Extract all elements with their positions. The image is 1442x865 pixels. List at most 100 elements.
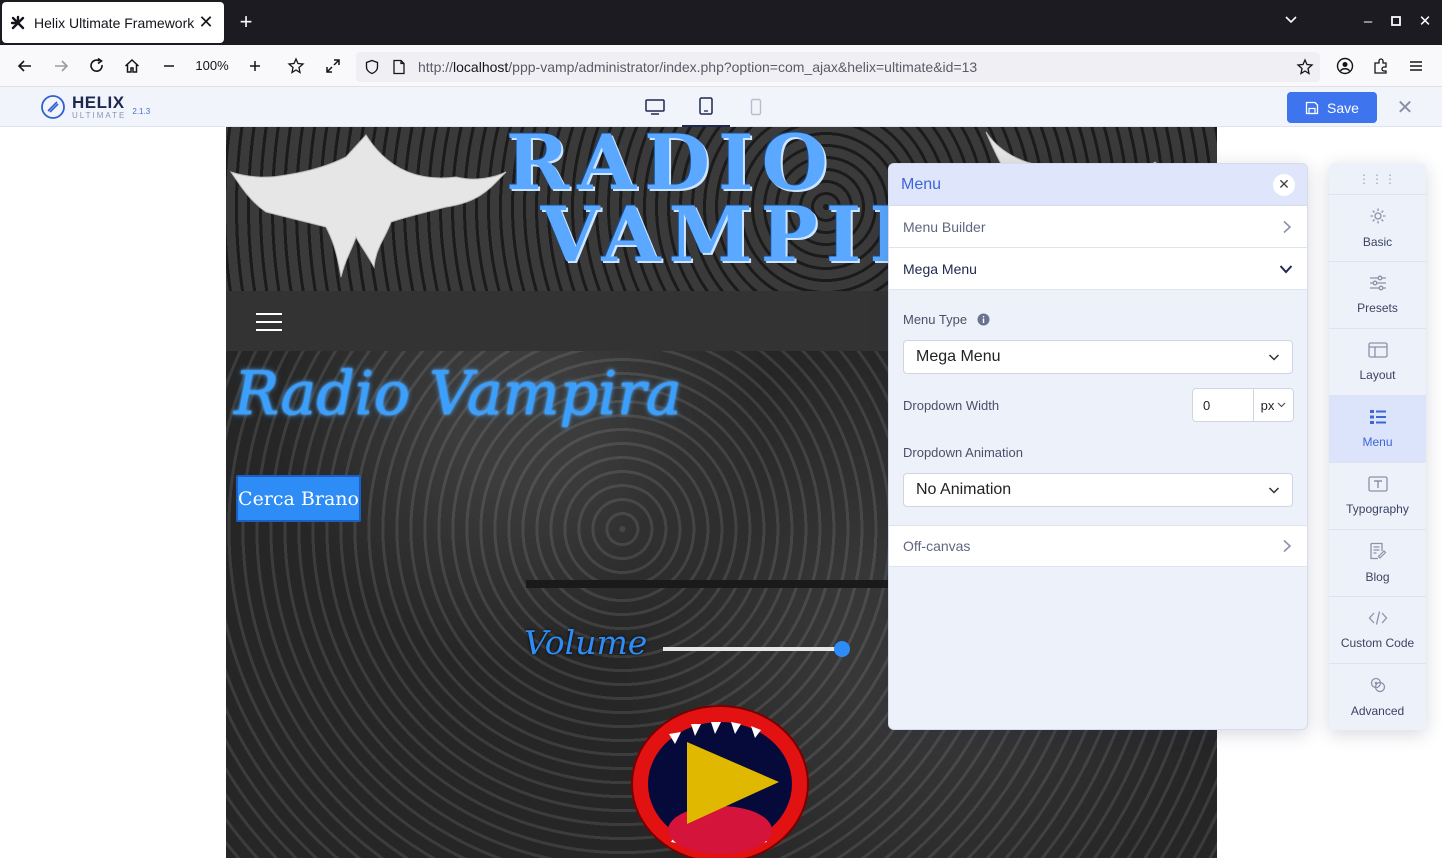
menu-list-icon (1369, 410, 1386, 424)
layout-icon (1367, 342, 1388, 358)
chevron-right-icon (1283, 539, 1292, 553)
menu-options-panel: Menu ✕ Menu Builder Mega Menu Menu Type … (888, 163, 1308, 730)
gear-icon (1370, 208, 1385, 224)
helix-toolbar: HELIX ULTIMATE 2.1.3 Save ✕ (0, 87, 1442, 127)
sidebar-item-blog[interactable]: Blog (1329, 530, 1426, 597)
panel-header: Menu ✕ (889, 164, 1307, 206)
new-tab-icon[interactable]: + (234, 10, 258, 34)
tablet-view-button[interactable] (682, 87, 730, 127)
dropdown-width-input[interactable]: 0 (1193, 389, 1254, 421)
select-chevron-icon (1268, 354, 1280, 361)
address-bar[interactable]: http://localhost/ppp-vamp/administrator/… (356, 52, 1320, 82)
menu-builder-label: Menu Builder (903, 218, 986, 235)
panel-close-icon[interactable]: ✕ (1273, 173, 1295, 196)
mobile-view-button[interactable] (732, 87, 780, 127)
dropdown-width-unit-select[interactable]: px (1254, 389, 1293, 421)
sidebar-item-label: Blog (1365, 570, 1390, 584)
menu-type-label-group: Menu Type (903, 312, 990, 327)
helix-options-sidebar: ⋮⋮⋮ Basic Presets Layout Menu Typography… (1329, 163, 1426, 730)
bookmark-star-icon[interactable] (1296, 58, 1314, 81)
helix-version: 2.1.3 (132, 106, 151, 116)
save-button[interactable]: Save (1287, 92, 1377, 123)
dropdown-animation-value: No Animation (916, 481, 1012, 498)
minimize-window-icon[interactable]: – (1358, 12, 1378, 32)
sidebar-item-advanced[interactable]: Advanced (1329, 664, 1426, 730)
banner-logo-lettering: RADIO VAMPIR (506, 127, 941, 279)
chevron-right-icon (1283, 220, 1292, 233)
tablet-icon (699, 97, 713, 115)
url-text[interactable]: http://localhost/ppp-vamp/administrator/… (418, 59, 977, 75)
app-menu-icon[interactable] (1405, 55, 1427, 77)
browser-tab[interactable]: Helix Ultimate Framework ✕ (2, 2, 224, 43)
mega-menu-row[interactable]: Mega Menu (889, 248, 1307, 290)
zoom-in-icon[interactable] (244, 55, 266, 77)
play-mouth-button[interactable] (631, 702, 809, 858)
sidebar-item-label: Typography (1346, 502, 1409, 516)
sidebar-item-label: Layout (1359, 368, 1396, 382)
menu-builder-row[interactable]: Menu Builder (889, 206, 1307, 248)
close-window-icon[interactable]: ✕ (1415, 12, 1435, 32)
maximize-window-icon[interactable] (1386, 12, 1406, 32)
helix-logo: HELIX ULTIMATE 2.1.3 (40, 94, 150, 120)
desktop-icon (645, 99, 665, 115)
select-chevron-icon (1268, 487, 1280, 494)
sidebar-item-label: Presets (1357, 301, 1398, 315)
hamburger-menu-icon[interactable] (256, 313, 282, 331)
save-disk-icon (1305, 101, 1319, 114)
menu-type-label: Menu Type (903, 312, 968, 327)
volume-label: Volume (524, 623, 648, 662)
advanced-icon (1370, 677, 1385, 693)
page-info-icon[interactable] (392, 59, 406, 80)
sidebar-item-label: Menu (1362, 435, 1393, 449)
url-host: localhost (453, 59, 509, 75)
helix-subtitle: ULTIMATE (72, 110, 127, 120)
extensions-icon[interactable] (1370, 55, 1392, 77)
dropdown-width-field: 0 px (1192, 388, 1294, 422)
dropdown-animation-select[interactable]: No Animation (903, 473, 1293, 507)
menu-type-select[interactable]: Mega Menu (903, 340, 1293, 374)
mobile-icon (750, 98, 762, 116)
fullscreen-icon[interactable] (322, 55, 344, 77)
search-song-button[interactable]: Cerca Brano (236, 475, 361, 522)
close-editor-icon[interactable]: ✕ (1391, 93, 1419, 121)
drag-handle-icon[interactable]: ⋮⋮⋮ (1329, 163, 1426, 195)
mega-menu-settings: Menu Type Mega Menu Dropdown Width 0 px … (889, 290, 1307, 525)
volume-slider-handle[interactable] (833, 641, 850, 657)
volume-slider[interactable] (663, 647, 849, 651)
tab-close-icon[interactable]: ✕ (196, 12, 216, 33)
desktop-view-button[interactable] (631, 87, 679, 127)
sidebar-item-label: Advanced (1350, 704, 1405, 718)
sidebar-item-label: Basic (1362, 235, 1393, 249)
sidebar-item-layout[interactable]: Layout (1329, 329, 1426, 396)
info-icon[interactable] (977, 313, 990, 326)
zoom-out-icon[interactable] (158, 55, 180, 77)
off-canvas-row[interactable]: Off-canvas (889, 525, 1307, 567)
sliders-icon (1369, 275, 1386, 291)
zoom-level[interactable]: 100% (190, 56, 234, 76)
dropdown-animation-label: Dropdown Animation (903, 445, 1023, 460)
browser-tab-strip: Helix Ultimate Framework ✕ + – ✕ (0, 0, 1442, 45)
site-title: Radio Vampira (234, 359, 682, 429)
tracking-shield-icon[interactable] (364, 59, 380, 80)
reload-icon[interactable] (86, 55, 108, 77)
account-icon[interactable] (1334, 55, 1356, 77)
chevron-down-icon (1279, 264, 1293, 273)
url-scheme: http:// (418, 59, 454, 75)
browser-tab-title: Helix Ultimate Framework (34, 14, 195, 31)
off-canvas-label: Off-canvas (903, 538, 971, 554)
sidebar-item-basic[interactable]: Basic (1329, 195, 1426, 262)
sidebar-item-menu[interactable]: Menu (1329, 396, 1426, 463)
joomla-favicon-icon (10, 15, 26, 31)
sidebar-item-custom-code[interactable]: Custom Code (1329, 597, 1426, 664)
code-icon (1368, 611, 1387, 625)
typography-icon (1367, 476, 1388, 492)
home-icon[interactable] (121, 55, 143, 77)
sidebar-item-typography[interactable]: Typography (1329, 463, 1426, 530)
back-icon[interactable] (14, 55, 36, 77)
save-page-icon[interactable] (285, 55, 307, 77)
sidebar-item-presets[interactable]: Presets (1329, 262, 1426, 329)
helix-name: HELIX (72, 92, 125, 112)
forward-icon[interactable] (50, 55, 72, 77)
mega-menu-label: Mega Menu (903, 260, 977, 277)
tab-list-chevron-icon[interactable] (1281, 12, 1301, 32)
